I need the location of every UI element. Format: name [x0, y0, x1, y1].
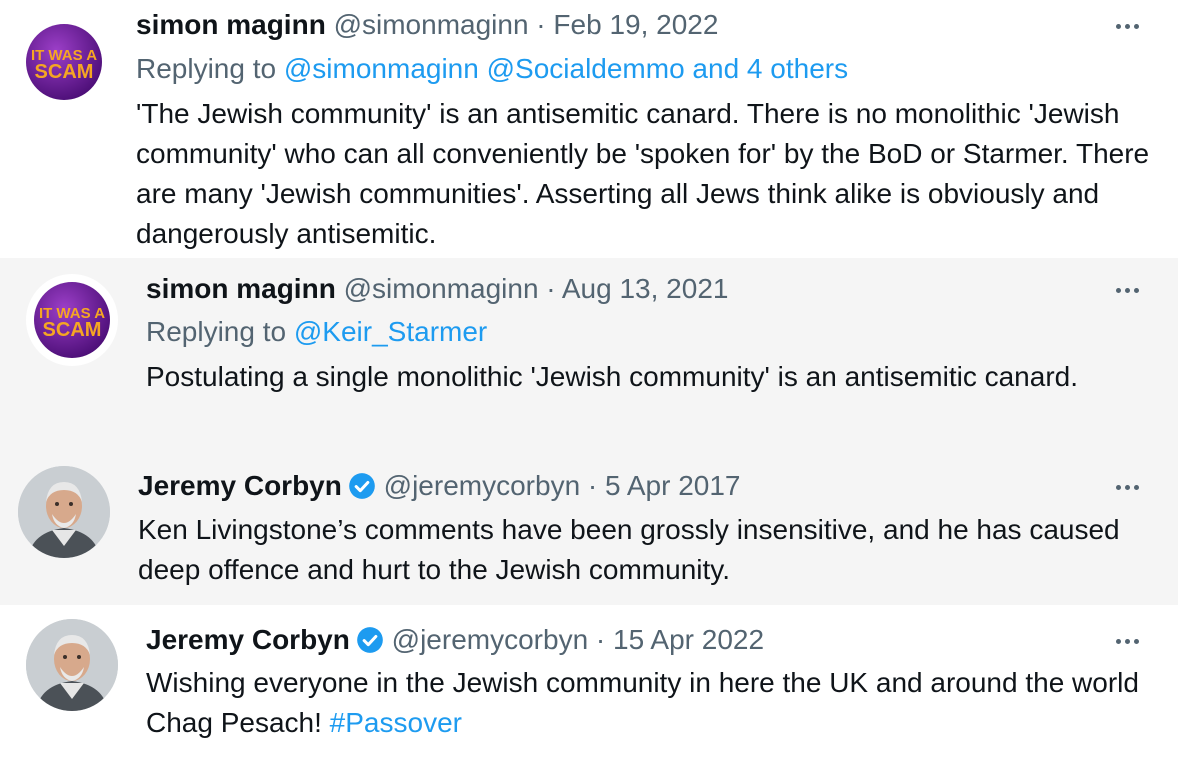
- hashtag-link[interactable]: #Passover: [330, 707, 462, 738]
- tweet-4[interactable]: Jeremy Corbyn @jeremycorbyn · 15 Apr 202…: [0, 605, 1178, 765]
- tweet-header: simon maginn @simonmaginn · Aug 13, 2021: [146, 270, 728, 308]
- avatar[interactable]: [18, 466, 110, 558]
- timestamp[interactable]: Feb 19, 2022: [553, 9, 718, 40]
- more-dots-icon[interactable]: [1112, 626, 1142, 656]
- tweet-3[interactable]: Jeremy Corbyn @jeremycorbyn · 5 Apr 2017…: [0, 450, 1178, 605]
- it-was-a-scam-badge-icon: IT WAS A SCAM: [34, 282, 110, 358]
- tweet-text: Postulating a single monolithic 'Jewish …: [146, 361, 1078, 392]
- replying-to: Replying to @Keir_Starmer: [146, 313, 487, 351]
- timestamp[interactable]: 15 Apr 2022: [613, 624, 764, 655]
- replying-prefix: Replying to: [136, 53, 277, 84]
- tweet-2[interactable]: IT WAS A SCAM simon maginn @simonmaginn …: [0, 258, 1178, 450]
- separator: ·: [528, 9, 554, 40]
- corbyn-portrait-icon: [18, 466, 110, 558]
- display-name[interactable]: Jeremy Corbyn: [146, 624, 350, 655]
- corbyn-portrait-icon: [26, 619, 118, 711]
- tweet-text: Ken Livingstone’s comments have been gro…: [138, 514, 1120, 585]
- separator: ·: [580, 470, 606, 501]
- display-name[interactable]: Jeremy Corbyn: [138, 470, 342, 501]
- tweet-header: simon maginn @simonmaginn · Feb 19, 2022: [136, 6, 718, 44]
- display-name[interactable]: simon maginn: [146, 273, 336, 304]
- tweet-text: 'The Jewish community' is an antisemitic…: [136, 98, 1150, 249]
- it-was-a-scam-badge-icon: IT WAS A SCAM: [26, 24, 102, 100]
- tweet-text-content: Wishing everyone in the Jewish community…: [146, 667, 1139, 738]
- timestamp[interactable]: Aug 13, 2021: [562, 273, 729, 304]
- replying-to-link[interactable]: @simonmaginn @Socialdemmo and 4 others: [284, 53, 848, 84]
- timestamp[interactable]: 5 Apr 2017: [605, 470, 740, 501]
- avatar[interactable]: IT WAS A SCAM: [26, 274, 118, 366]
- separator: ·: [538, 273, 562, 304]
- verified-badge-icon: [348, 472, 376, 500]
- handle[interactable]: @simonmaginn: [334, 9, 529, 40]
- handle[interactable]: @simonmaginn: [344, 273, 539, 304]
- badge-line-2: SCAM: [43, 319, 102, 341]
- display-name[interactable]: simon maginn: [136, 9, 326, 40]
- handle[interactable]: @jeremycorbyn: [392, 624, 588, 655]
- handle[interactable]: @jeremycorbyn: [384, 470, 580, 501]
- avatar[interactable]: [26, 619, 118, 711]
- avatar[interactable]: IT WAS A SCAM: [18, 16, 110, 108]
- tweet-header: Jeremy Corbyn @jeremycorbyn · 15 Apr 202…: [146, 621, 764, 659]
- separator: ·: [588, 624, 614, 655]
- tweet-1[interactable]: IT WAS A SCAM simon maginn @simonmaginn …: [0, 0, 1178, 258]
- more-dots-icon[interactable]: [1112, 275, 1142, 305]
- more-dots-icon[interactable]: [1112, 472, 1142, 502]
- replying-to-link[interactable]: @Keir_Starmer: [294, 316, 487, 347]
- badge-line-2: SCAM: [35, 61, 94, 83]
- replying-to: Replying to @simonmaginn @Socialdemmo an…: [136, 50, 848, 88]
- more-dots-icon[interactable]: [1112, 11, 1142, 41]
- replying-prefix: Replying to: [146, 316, 287, 347]
- tweet-text: Wishing everyone in the Jewish community…: [146, 663, 1156, 743]
- tweet-header: Jeremy Corbyn @jeremycorbyn · 5 Apr 2017: [138, 467, 740, 505]
- verified-badge-icon: [356, 626, 384, 654]
